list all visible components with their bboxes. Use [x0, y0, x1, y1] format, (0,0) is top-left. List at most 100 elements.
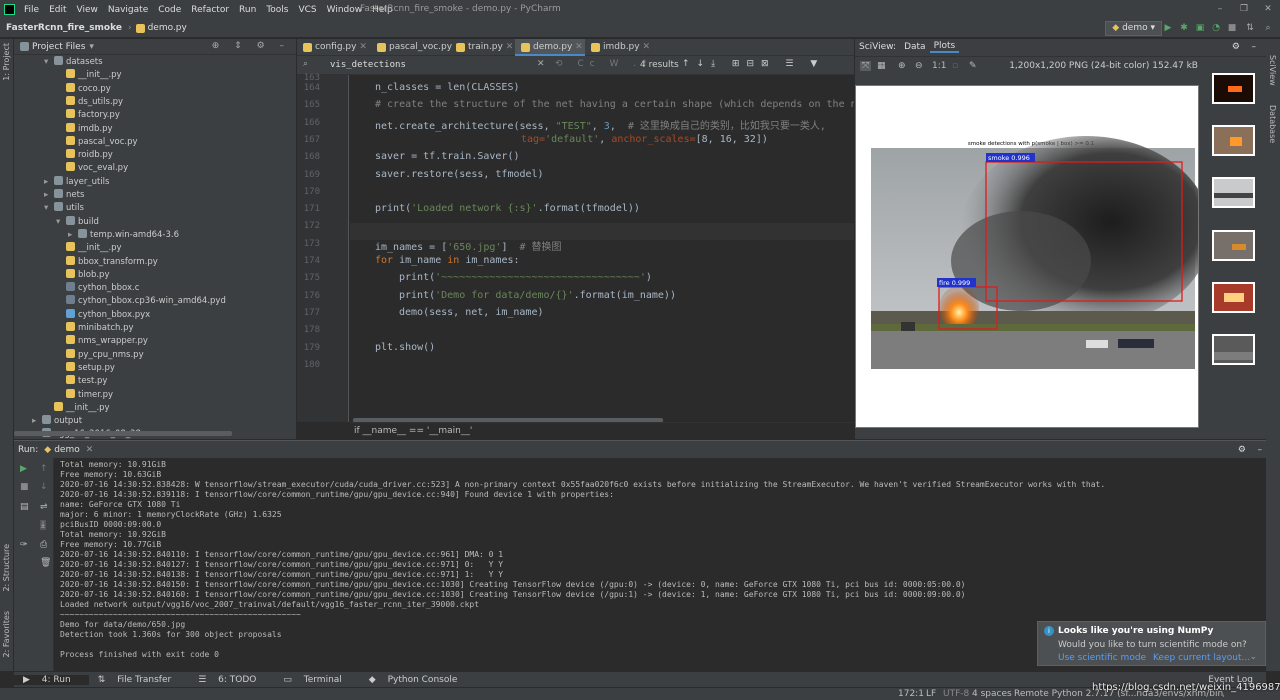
close-tab-icon[interactable]: ✕	[640, 42, 650, 52]
scroll-up-icon[interactable]: ↑	[40, 464, 48, 474]
code-line[interactable]: # create the structure of the net having…	[375, 99, 854, 110]
code-line[interactable]: im_names = ['650.jpg'] # 替换图	[375, 238, 854, 253]
menu-view[interactable]: View	[72, 5, 103, 15]
color-picker-icon[interactable]: ✎	[969, 61, 977, 71]
zoom-out-icon[interactable]: ⊖	[915, 61, 923, 71]
code-line[interactable]: print('Loaded network {:s}'.format(tfmod…	[375, 203, 854, 214]
tree-item[interactable]: __init__.py	[56, 242, 122, 255]
debug-icon[interactable]: ✱	[1178, 22, 1190, 34]
tree-scrollbar[interactable]	[14, 431, 232, 436]
menu-refactor[interactable]: Refactor	[186, 5, 234, 15]
project-view-selector[interactable]: Project Files	[32, 42, 85, 52]
cursor-position[interactable]: 172:1	[898, 689, 924, 699]
close-button[interactable]: ✕	[1256, 0, 1280, 19]
tab-run[interactable]: ▶ 4: Run	[14, 674, 89, 685]
clear-search-icon[interactable]: ✕	[537, 59, 545, 69]
menu-tools[interactable]: Tools	[261, 5, 293, 15]
tab-plots[interactable]: Plots	[929, 41, 960, 53]
tree-item[interactable]: __init__.py	[44, 401, 110, 415]
actual-size-button[interactable]: 1:1	[932, 61, 946, 71]
tab-config[interactable]: config.py ✕	[297, 39, 371, 56]
plot-thumbnail[interactable]	[1212, 177, 1255, 208]
chessboard-icon[interactable]: ▫	[952, 61, 958, 71]
code-line[interactable]: saver = tf.train.Saver()	[375, 151, 854, 162]
code-line[interactable]: demo(sess, net, im_name)	[399, 307, 854, 318]
layout-icon[interactable]: ▤	[20, 502, 29, 512]
structure-tool-tab[interactable]: 2: Structure	[2, 544, 11, 592]
plot-thumbnail-selected[interactable]	[1212, 334, 1255, 365]
profile-icon[interactable]: ◔	[1210, 22, 1222, 34]
menu-code[interactable]: Code	[153, 5, 186, 15]
file-encoding[interactable]: UTF-8	[943, 689, 969, 699]
tree-item[interactable]: cython_bbox.cp36-win_amd64.pyd	[56, 295, 226, 308]
tree-item[interactable]: cython_bbox.c	[56, 282, 139, 295]
tree-item[interactable]: setup.py	[56, 361, 115, 375]
tree-item[interactable]: coco.py	[56, 82, 111, 96]
code-line[interactable]: tag='default', anchor_scales=[8, 16, 32]…	[521, 134, 854, 145]
close-tab-icon[interactable]: ✕	[572, 42, 583, 52]
indent-setting[interactable]: 4 spaces	[972, 689, 1012, 699]
tab-train[interactable]: train.py ✕	[450, 39, 515, 56]
stop-icon[interactable]: ■	[20, 482, 29, 492]
tree-arrow-icon[interactable]: ▸	[44, 176, 54, 189]
print-icon[interactable]: ⎙	[40, 540, 47, 550]
tree-item[interactable]: ▾ build	[56, 215, 99, 229]
find-options-icon[interactable]: ⟲ Cc W .*	[555, 59, 653, 69]
menu-run[interactable]: Run	[234, 5, 261, 15]
code-line[interactable]: net.create_architecture(sess, "TEST", 3,…	[375, 117, 854, 132]
tree-item[interactable]: cython_bbox.pyx	[56, 308, 150, 322]
tree-item[interactable]: timer.py	[56, 388, 113, 402]
tree-arrow-icon[interactable]: ▸	[44, 189, 54, 202]
tree-item[interactable]: py_cpu_nms.py	[56, 348, 144, 362]
plot-thumbnail[interactable]	[1212, 125, 1255, 156]
settings-gear-icon[interactable]: ⚙	[1238, 445, 1246, 455]
tab-data[interactable]: Data	[900, 42, 930, 52]
tree-item[interactable]: __init__.py	[56, 69, 122, 82]
code-breadcrumb[interactable]: if __name__ == '__main__'	[350, 422, 854, 439]
panel-options-icon[interactable]: ⊕ ⇕ ⚙ –	[212, 41, 290, 51]
tree-arrow-icon[interactable]: ▾	[44, 202, 54, 215]
breadcrumb-project[interactable]: FasterRcnn_fire_smoke	[0, 23, 128, 33]
hide-icon[interactable]: –	[1258, 445, 1263, 455]
code-line[interactable]: for im_name in im_names:	[375, 255, 854, 266]
tab-pascal-voc[interactable]: pascal_voc.py ✕	[371, 39, 452, 69]
plot-thumbnail[interactable]	[1212, 73, 1255, 104]
keep-layout-link[interactable]: Keep current layout...	[1153, 653, 1250, 663]
breadcrumb-file[interactable]: demo.py	[148, 23, 187, 33]
pin-icon[interactable]: ✑	[20, 540, 28, 550]
rerun-icon[interactable]: ▶	[20, 464, 27, 474]
close-run-tab-icon[interactable]: ✕	[86, 445, 94, 455]
tab-terminal[interactable]: ▭ Terminal	[274, 675, 359, 685]
vcs-icon[interactable]: ⇅	[1244, 22, 1256, 34]
zoom-in-icon[interactable]: ⊕	[898, 61, 906, 71]
clear-icon[interactable]: 🗑	[40, 558, 51, 568]
coverage-icon[interactable]: ▣	[1194, 22, 1206, 34]
scroll-down-icon[interactable]: ↓	[40, 482, 48, 492]
search-icon[interactable]: ⌕	[1262, 22, 1274, 34]
plot-thumbnail[interactable]	[1212, 230, 1255, 261]
tab-file-transfer[interactable]: ⇅ File Transfer	[89, 675, 190, 685]
tree-arrow-icon[interactable]: ▸	[32, 415, 42, 428]
tree-item[interactable]: ▾ datasets	[44, 56, 103, 69]
tree-item[interactable]: factory.py	[56, 109, 120, 122]
tab-demo[interactable]: demo.py ✕	[515, 39, 585, 56]
tree-arrow-icon[interactable]: ▾	[56, 216, 66, 229]
tree-item[interactable]: bbox_transform.py	[56, 255, 158, 269]
tree-arrow-icon[interactable]: ▸	[68, 229, 78, 242]
close-tab-icon[interactable]: ✕	[356, 42, 367, 52]
favorites-tool-tab[interactable]: 2: Favorites	[2, 611, 11, 657]
hide-icon[interactable]: –	[1248, 42, 1261, 52]
tab-imdb[interactable]: imdb.py ✕	[585, 39, 650, 56]
menu-edit[interactable]: Edit	[44, 5, 71, 15]
code-line[interactable]: saver.restore(sess, tfmodel)	[375, 169, 854, 180]
code-line[interactable]: n_classes = len(CLASSES)	[375, 82, 854, 93]
tree-item[interactable]: nms_wrapper.py	[56, 335, 148, 348]
tab-python-console[interactable]: ◆ Python Console	[360, 675, 476, 685]
plot-thumbnail[interactable]	[1212, 282, 1255, 313]
maximize-button[interactable]: ❐	[1232, 0, 1256, 19]
tree-item[interactable]: ▸ output	[32, 415, 82, 428]
grid-icon[interactable]: ▦	[877, 61, 886, 71]
tree-item[interactable]: test.py	[56, 375, 107, 388]
settings-gear-icon[interactable]: ⚙	[1228, 42, 1244, 52]
minimize-button[interactable]: –	[1208, 0, 1232, 19]
